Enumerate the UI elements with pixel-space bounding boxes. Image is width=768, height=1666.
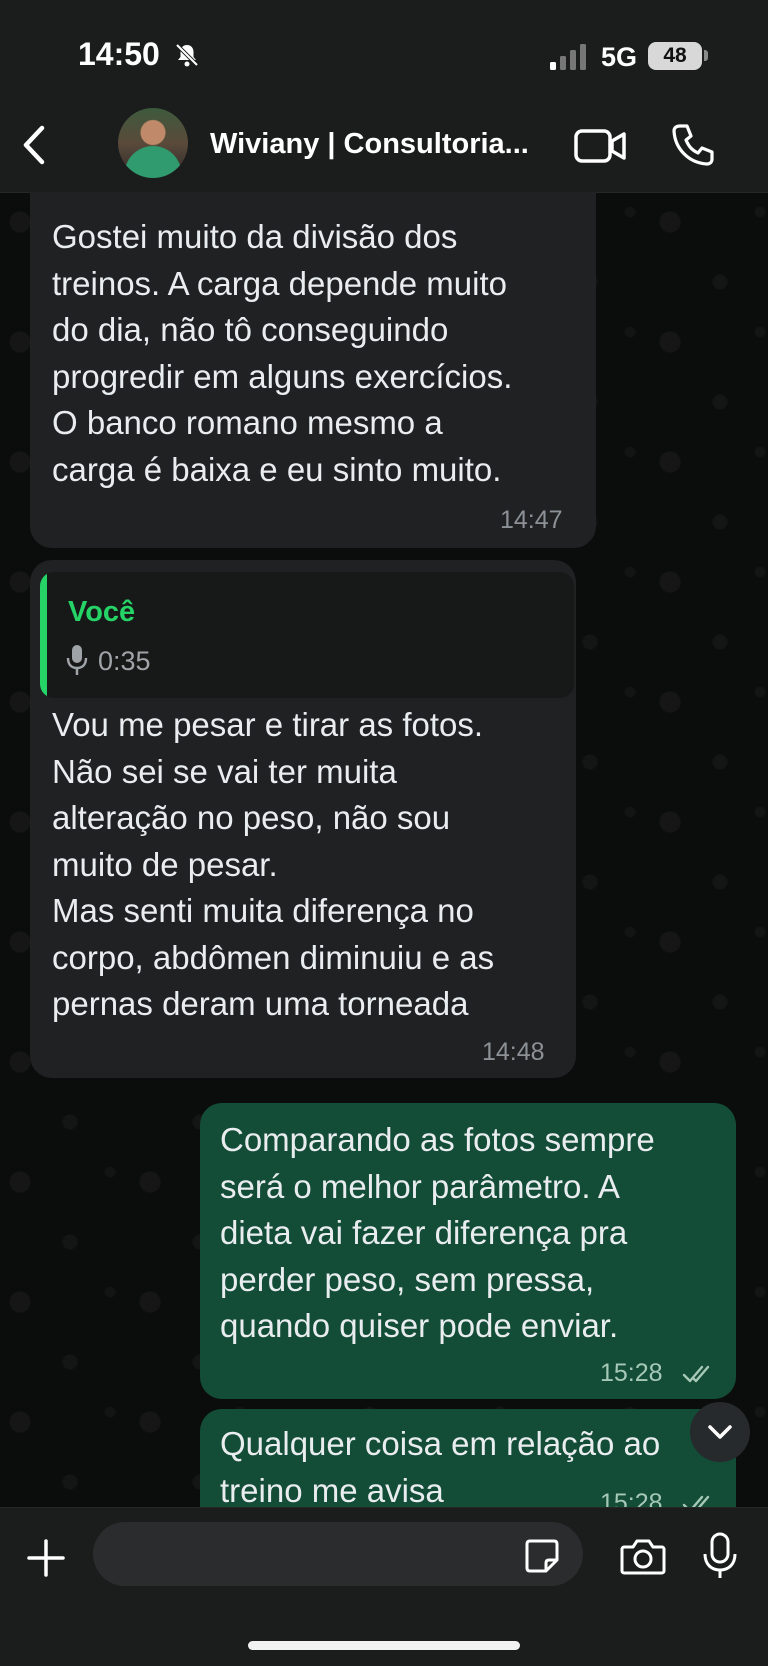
message-bubble-incoming[interactable]: Você 0:35 Vou me pesar e tirar as fotos.… (30, 560, 576, 1078)
double-check-icon (682, 1365, 710, 1383)
message-time: 15:28 (600, 1489, 663, 1507)
message-time: 14:47 (500, 506, 563, 534)
message-time: 14:48 (482, 1038, 545, 1066)
microphone-icon (66, 645, 88, 675)
bell-off-icon (175, 43, 199, 67)
scroll-to-bottom-button[interactable] (690, 1402, 750, 1462)
message-bubble-outgoing[interactable]: Qualquer coisa em relação ao treino me a… (200, 1409, 736, 1507)
status-time: 14:50 (78, 36, 160, 72)
message-text: Gostei muito da divisão dos treinos. A c… (52, 218, 513, 488)
message-text: Comparando as fotos sempre será o melhor… (220, 1121, 655, 1344)
quote-accent-bar (40, 572, 47, 698)
battery-level: 48 (648, 42, 702, 70)
message-bubble-outgoing[interactable]: Comparando as fotos sempre será o melhor… (200, 1103, 736, 1399)
battery-tip (704, 50, 708, 61)
chevron-down-icon (708, 1425, 732, 1439)
message-text: Vou me pesar e tirar as fotos. Não sei s… (52, 706, 495, 1022)
microphone-icon[interactable] (700, 1532, 740, 1580)
phone-icon[interactable] (670, 122, 716, 168)
contact-name[interactable]: Wiviany | Consultoria... (210, 128, 529, 161)
message-time: 15:28 (600, 1359, 663, 1387)
double-check-icon (682, 1495, 710, 1507)
sticker-icon[interactable] (524, 1538, 560, 1574)
back-chevron-icon[interactable] (16, 120, 56, 170)
plus-icon[interactable] (26, 1538, 66, 1578)
network-type: 5G (601, 42, 638, 72)
message-input[interactable] (93, 1522, 583, 1586)
home-indicator (248, 1641, 520, 1650)
signal-icon (550, 44, 586, 70)
camera-icon[interactable] (620, 1536, 666, 1576)
voice-duration: 0:35 (98, 646, 151, 676)
chat-header: 14:50 5G 48 Wiviany | Consultoria... (0, 0, 768, 193)
message-composer (0, 1507, 768, 1666)
video-call-icon[interactable] (574, 126, 626, 166)
quoted-voice-message[interactable]: Você 0:35 (40, 572, 574, 698)
quote-author: Você (68, 596, 136, 628)
message-bubble-incoming[interactable]: Gostei muito da divisão dos treinos. A c… (30, 192, 596, 548)
contact-avatar[interactable] (118, 108, 188, 178)
